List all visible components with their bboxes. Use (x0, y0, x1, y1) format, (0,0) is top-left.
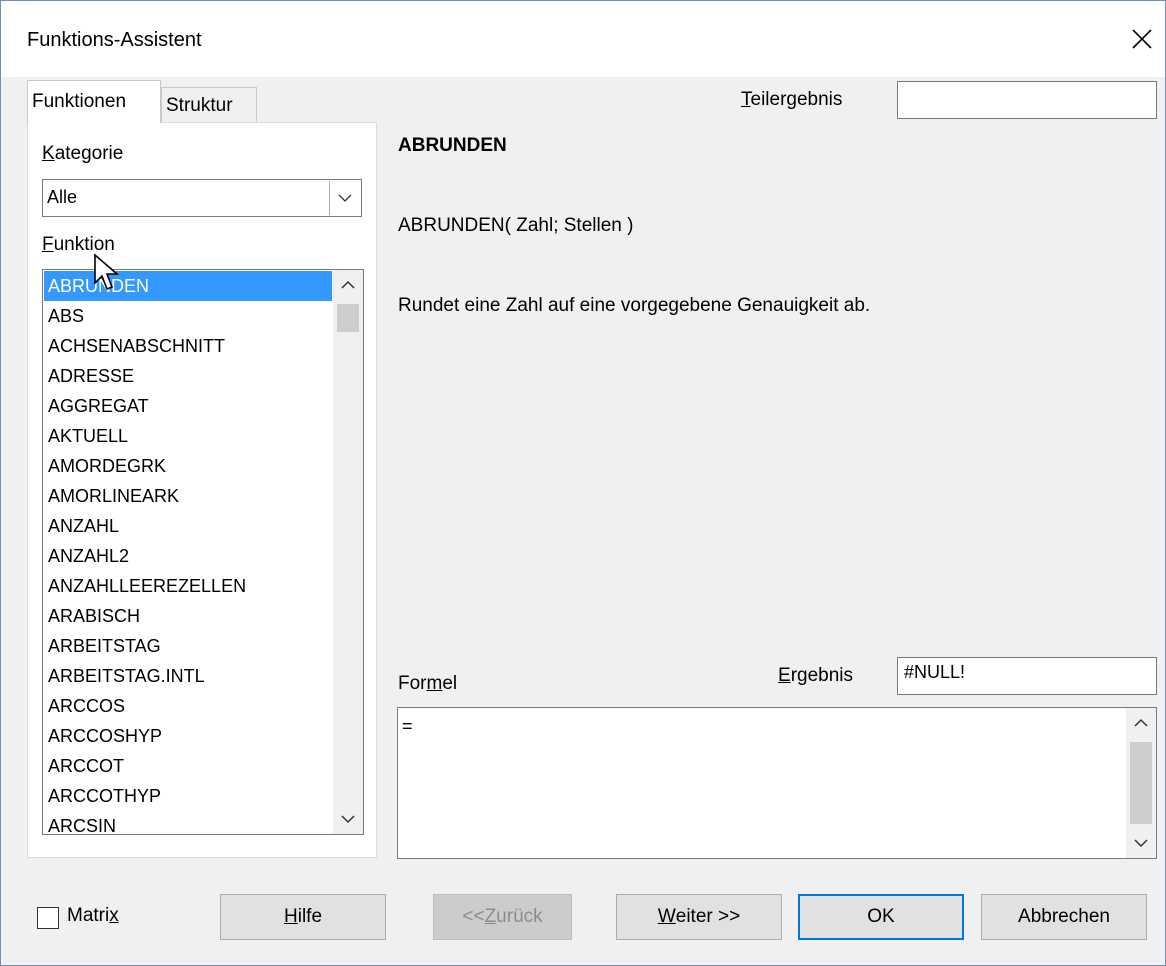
close-icon (1132, 29, 1152, 49)
function-list-item[interactable]: AMORLINEARK (44, 481, 332, 511)
dropdown-button[interactable] (329, 181, 360, 215)
category-selected-value: Alle (47, 187, 78, 207)
tab-funktionen[interactable]: Funktionen (27, 80, 161, 123)
formula-editor[interactable]: = (397, 707, 1157, 859)
function-list-item[interactable]: ARCCOS (44, 691, 332, 721)
tab-struktur[interactable]: Struktur (161, 87, 257, 123)
title-bar[interactable]: Funktions-Assistent (1, 1, 1165, 77)
partial-result-label: Teilergebnis (741, 89, 843, 110)
scroll-down-button[interactable] (1126, 828, 1156, 858)
function-list-item[interactable]: ARCCOSHYP (44, 721, 332, 751)
formula-label: Formel (398, 673, 458, 694)
category-select[interactable]: Alle (42, 179, 362, 217)
help-button[interactable]: Hilfe (220, 894, 386, 940)
function-list-item[interactable]: AMORDEGRK (44, 451, 332, 481)
function-list-item[interactable]: ABS (44, 301, 332, 331)
function-list-item[interactable]: AGGREGAT (44, 391, 332, 421)
function-syntax: ABRUNDEN( Zahl; Stellen ) (398, 215, 634, 236)
function-list-item[interactable]: ARBEITSTAG (44, 631, 332, 661)
matrix-label[interactable]: Matrix (67, 905, 119, 927)
function-wizard-dialog: Funktions-Assistent Funktionen Struktur … (0, 0, 1166, 966)
next-button[interactable]: Weiter >> (616, 894, 782, 940)
function-list-item[interactable]: ARCSIN (44, 811, 332, 834)
function-list-item[interactable]: ARCCOT (44, 751, 332, 781)
ok-button[interactable]: OK (798, 894, 964, 940)
window-title: Funktions-Assistent (27, 29, 202, 51)
close-button[interactable] (1119, 1, 1165, 77)
function-list-item[interactable]: ARABISCH (44, 601, 332, 631)
function-name-heading: ABRUNDEN (398, 135, 507, 156)
partial-result-field[interactable] (897, 81, 1157, 119)
tab-label: Struktur (166, 94, 233, 116)
function-list-item[interactable]: AKTUELL (44, 421, 332, 451)
function-listbox[interactable]: ABRUNDEN ABS ACHSENABSCHNITT ADRESSE AGGREGA… (42, 269, 364, 835)
function-description: Rundet eine Zahl auf eine vorgegebene Ge… (398, 295, 871, 316)
chevron-up-icon (341, 280, 355, 289)
category-label: Kategorie (42, 143, 124, 164)
cancel-button[interactable]: Abbrechen (981, 894, 1147, 940)
mouse-pointer-icon (94, 253, 120, 291)
back-button[interactable]: << Zurück (433, 894, 572, 940)
function-list-item[interactable]: ABRUNDEN (44, 271, 332, 301)
chevron-down-icon (1134, 839, 1148, 848)
function-list-scrollbar[interactable] (333, 270, 363, 834)
formula-text: = (402, 716, 413, 736)
result-field[interactable]: #NULL! (897, 657, 1157, 695)
scroll-thumb[interactable] (337, 304, 359, 332)
chevron-up-icon (1134, 718, 1148, 727)
function-list-item[interactable]: ADRESSE (44, 361, 332, 391)
scroll-down-button[interactable] (333, 804, 363, 834)
chevron-down-icon (338, 194, 352, 202)
function-list-item[interactable]: ARBEITSTAG.INTL (44, 661, 332, 691)
tab-label: Funktionen (32, 91, 127, 112)
chevron-down-icon (341, 815, 355, 824)
function-list-item[interactable]: ANZAHL (44, 511, 332, 541)
function-list-item[interactable]: ANZAHL2 (44, 541, 332, 571)
formula-scrollbar[interactable] (1126, 708, 1156, 858)
function-list-item[interactable]: ANZAHLLEEREZELLEN (44, 571, 332, 601)
scroll-up-button[interactable] (1126, 708, 1156, 738)
result-label: Ergebnis (778, 665, 854, 686)
scroll-thumb[interactable] (1130, 742, 1152, 824)
matrix-checkbox[interactable] (37, 907, 59, 929)
function-list-item[interactable]: ARCCOTHYP (44, 781, 332, 811)
function-list-item[interactable]: ACHSENABSCHNITT (44, 331, 332, 361)
scroll-up-button[interactable] (333, 270, 363, 300)
function-list-items: ABRUNDEN ABS ACHSENABSCHNITT ADRESSE AGGREGA… (44, 271, 332, 834)
